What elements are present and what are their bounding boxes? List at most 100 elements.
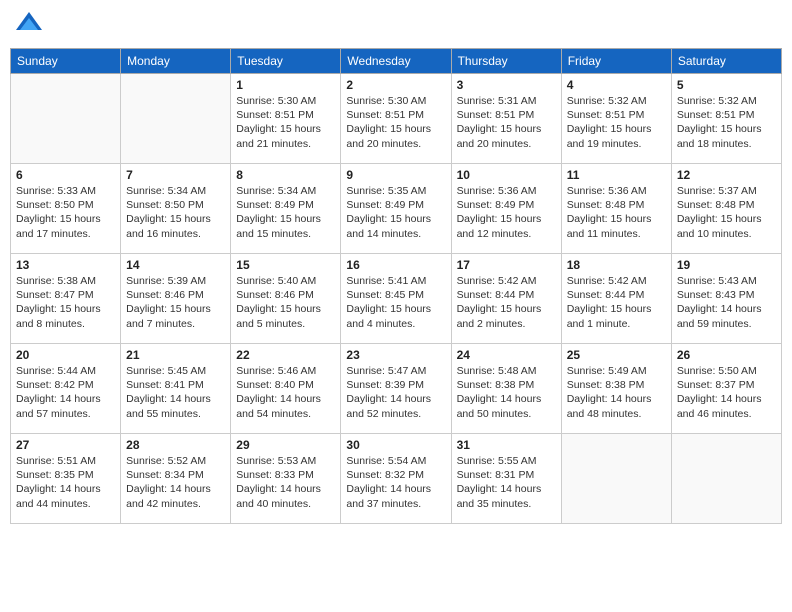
day-detail: Sunrise: 5:44 AM Sunset: 8:42 PM Dayligh… (16, 364, 115, 421)
calendar-cell: 23Sunrise: 5:47 AM Sunset: 8:39 PM Dayli… (341, 344, 451, 434)
calendar-cell: 16 Sunrise: 5:41 AM Sunset: 8:45 PM Dayli… (341, 254, 451, 344)
calendar-cell (671, 434, 781, 524)
day-number: 1 (236, 78, 335, 92)
day-detail: Sunrise: 5:40 AM Sunset: 8:46 PM Dayligh… (236, 274, 335, 331)
day-number: 4 (567, 78, 666, 92)
calendar-week-row: 20 Sunrise: 5:44 AM Sunset: 8:42 PM Dayli… (11, 344, 782, 434)
calendar-cell: 27 Sunrise: 5:51 AM Sunset: 8:35 PM Dayli… (11, 434, 121, 524)
calendar-header-row: SundayMondayTuesdayWednesdayThursdayFrid… (11, 49, 782, 74)
calendar-cell: 19 Sunrise: 5:43 AM Sunset: 8:43 PM Dayli… (671, 254, 781, 344)
calendar-cell: 26 Sunrise: 5:50 AM Sunset: 8:37 PM Dayli… (671, 344, 781, 434)
day-detail: Sunrise: 5:43 AM Sunset: 8:43 PM Dayligh… (677, 274, 776, 331)
day-detail: Sunrise: 5:34 AM Sunset: 8:49 PM Dayligh… (236, 184, 335, 241)
day-detail: Sunrise: 5:41 AM Sunset: 8:45 PM Dayligh… (346, 274, 445, 331)
calendar-table: SundayMondayTuesdayWednesdayThursdayFrid… (10, 48, 782, 524)
weekday-header: Thursday (451, 49, 561, 74)
calendar-cell: 31 Sunrise: 5:55 AM Sunset: 8:31 PM Dayli… (451, 434, 561, 524)
calendar-cell: 13Sunrise: 5:38 AM Sunset: 8:47 PM Dayli… (11, 254, 121, 344)
day-number: 15 (236, 258, 335, 272)
day-number: 27 (16, 438, 115, 452)
day-detail: Sunrise: 5:42 AM Sunset: 8:44 PM Dayligh… (567, 274, 666, 331)
day-number: 30 (346, 438, 445, 452)
day-number: 16 (346, 258, 445, 272)
calendar-cell: 22 Sunrise: 5:46 AM Sunset: 8:40 PM Dayli… (231, 344, 341, 434)
calendar-cell: 9 Sunrise: 5:35 AM Sunset: 8:49 PM Daylig… (341, 164, 451, 254)
day-number: 29 (236, 438, 335, 452)
day-detail: Sunrise: 5:48 AM Sunset: 8:38 PM Dayligh… (457, 364, 556, 421)
day-number: 11 (567, 168, 666, 182)
day-number: 25 (567, 348, 666, 362)
day-detail: Sunrise: 5:39 AM Sunset: 8:46 PM Dayligh… (126, 274, 225, 331)
day-number: 2 (346, 78, 445, 92)
day-detail: Sunrise: 5:34 AM Sunset: 8:50 PM Dayligh… (126, 184, 225, 241)
day-number: 7 (126, 168, 225, 182)
day-detail: Sunrise: 5:33 AM Sunset: 8:50 PM Dayligh… (16, 184, 115, 241)
calendar-cell: 24Sunrise: 5:48 AM Sunset: 8:38 PM Dayli… (451, 344, 561, 434)
weekday-header: Wednesday (341, 49, 451, 74)
calendar-cell (561, 434, 671, 524)
calendar-cell: 7 Sunrise: 5:34 AM Sunset: 8:50 PM Daylig… (121, 164, 231, 254)
day-number: 9 (346, 168, 445, 182)
calendar-cell (11, 74, 121, 164)
day-detail: Sunrise: 5:50 AM Sunset: 8:37 PM Dayligh… (677, 364, 776, 421)
day-detail: Sunrise: 5:37 AM Sunset: 8:48 PM Dayligh… (677, 184, 776, 241)
day-detail: Sunrise: 5:55 AM Sunset: 8:31 PM Dayligh… (457, 454, 556, 511)
calendar-cell: 14 Sunrise: 5:39 AM Sunset: 8:46 PM Dayli… (121, 254, 231, 344)
day-detail: Sunrise: 5:32 AM Sunset: 8:51 PM Dayligh… (677, 94, 776, 151)
day-number: 14 (126, 258, 225, 272)
calendar-cell: 8 Sunrise: 5:34 AM Sunset: 8:49 PM Daylig… (231, 164, 341, 254)
day-detail: Sunrise: 5:46 AM Sunset: 8:40 PM Dayligh… (236, 364, 335, 421)
calendar-cell: 2Sunrise: 5:30 AM Sunset: 8:51 PM Daylig… (341, 74, 451, 164)
day-number: 22 (236, 348, 335, 362)
calendar-week-row: 13Sunrise: 5:38 AM Sunset: 8:47 PM Dayli… (11, 254, 782, 344)
day-detail: Sunrise: 5:53 AM Sunset: 8:33 PM Dayligh… (236, 454, 335, 511)
calendar-cell: 12 Sunrise: 5:37 AM Sunset: 8:48 PM Dayli… (671, 164, 781, 254)
calendar-cell (121, 74, 231, 164)
calendar-cell: 6 Sunrise: 5:33 AM Sunset: 8:50 PM Daylig… (11, 164, 121, 254)
day-number: 8 (236, 168, 335, 182)
day-detail: Sunrise: 5:31 AM Sunset: 8:51 PM Dayligh… (457, 94, 556, 151)
day-detail: Sunrise: 5:35 AM Sunset: 8:49 PM Dayligh… (346, 184, 445, 241)
calendar-week-row: 6 Sunrise: 5:33 AM Sunset: 8:50 PM Daylig… (11, 164, 782, 254)
calendar-cell: 5 Sunrise: 5:32 AM Sunset: 8:51 PM Daylig… (671, 74, 781, 164)
calendar-week-row: 1 Sunrise: 5:30 AM Sunset: 8:51 PM Daylig… (11, 74, 782, 164)
day-number: 18 (567, 258, 666, 272)
logo (14, 10, 48, 40)
calendar-cell: 15 Sunrise: 5:40 AM Sunset: 8:46 PM Dayli… (231, 254, 341, 344)
day-detail: Sunrise: 5:42 AM Sunset: 8:44 PM Dayligh… (457, 274, 556, 331)
day-detail: Sunrise: 5:45 AM Sunset: 8:41 PM Dayligh… (126, 364, 225, 421)
weekday-header: Sunday (11, 49, 121, 74)
weekday-header: Tuesday (231, 49, 341, 74)
day-number: 6 (16, 168, 115, 182)
day-detail: Sunrise: 5:36 AM Sunset: 8:49 PM Dayligh… (457, 184, 556, 241)
day-detail: Sunrise: 5:36 AM Sunset: 8:48 PM Dayligh… (567, 184, 666, 241)
day-number: 5 (677, 78, 776, 92)
day-detail: Sunrise: 5:54 AM Sunset: 8:32 PM Dayligh… (346, 454, 445, 511)
weekday-header: Monday (121, 49, 231, 74)
day-number: 12 (677, 168, 776, 182)
calendar-cell: 18 Sunrise: 5:42 AM Sunset: 8:44 PM Dayli… (561, 254, 671, 344)
day-number: 13 (16, 258, 115, 272)
day-detail: Sunrise: 5:52 AM Sunset: 8:34 PM Dayligh… (126, 454, 225, 511)
day-number: 20 (16, 348, 115, 362)
calendar-cell: 28 Sunrise: 5:52 AM Sunset: 8:34 PM Dayli… (121, 434, 231, 524)
page-header (10, 10, 782, 40)
calendar-cell: 21 Sunrise: 5:45 AM Sunset: 8:41 PM Dayli… (121, 344, 231, 434)
calendar-cell: 30 Sunrise: 5:54 AM Sunset: 8:32 PM Dayli… (341, 434, 451, 524)
calendar-cell: 4 Sunrise: 5:32 AM Sunset: 8:51 PM Daylig… (561, 74, 671, 164)
day-detail: Sunrise: 5:30 AM Sunset: 8:51 PM Dayligh… (236, 94, 335, 151)
day-detail: Sunrise: 5:51 AM Sunset: 8:35 PM Dayligh… (16, 454, 115, 511)
calendar-cell: 29 Sunrise: 5:53 AM Sunset: 8:33 PM Dayli… (231, 434, 341, 524)
day-number: 10 (457, 168, 556, 182)
day-number: 28 (126, 438, 225, 452)
day-number: 21 (126, 348, 225, 362)
day-number: 19 (677, 258, 776, 272)
day-detail: Sunrise: 5:32 AM Sunset: 8:51 PM Dayligh… (567, 94, 666, 151)
logo-icon (14, 10, 44, 40)
day-number: 31 (457, 438, 556, 452)
day-number: 23 (346, 348, 445, 362)
day-number: 26 (677, 348, 776, 362)
calendar-cell: 25Sunrise: 5:49 AM Sunset: 8:38 PM Dayli… (561, 344, 671, 434)
weekday-header: Saturday (671, 49, 781, 74)
calendar-cell: 10 Sunrise: 5:36 AM Sunset: 8:49 PM Dayli… (451, 164, 561, 254)
